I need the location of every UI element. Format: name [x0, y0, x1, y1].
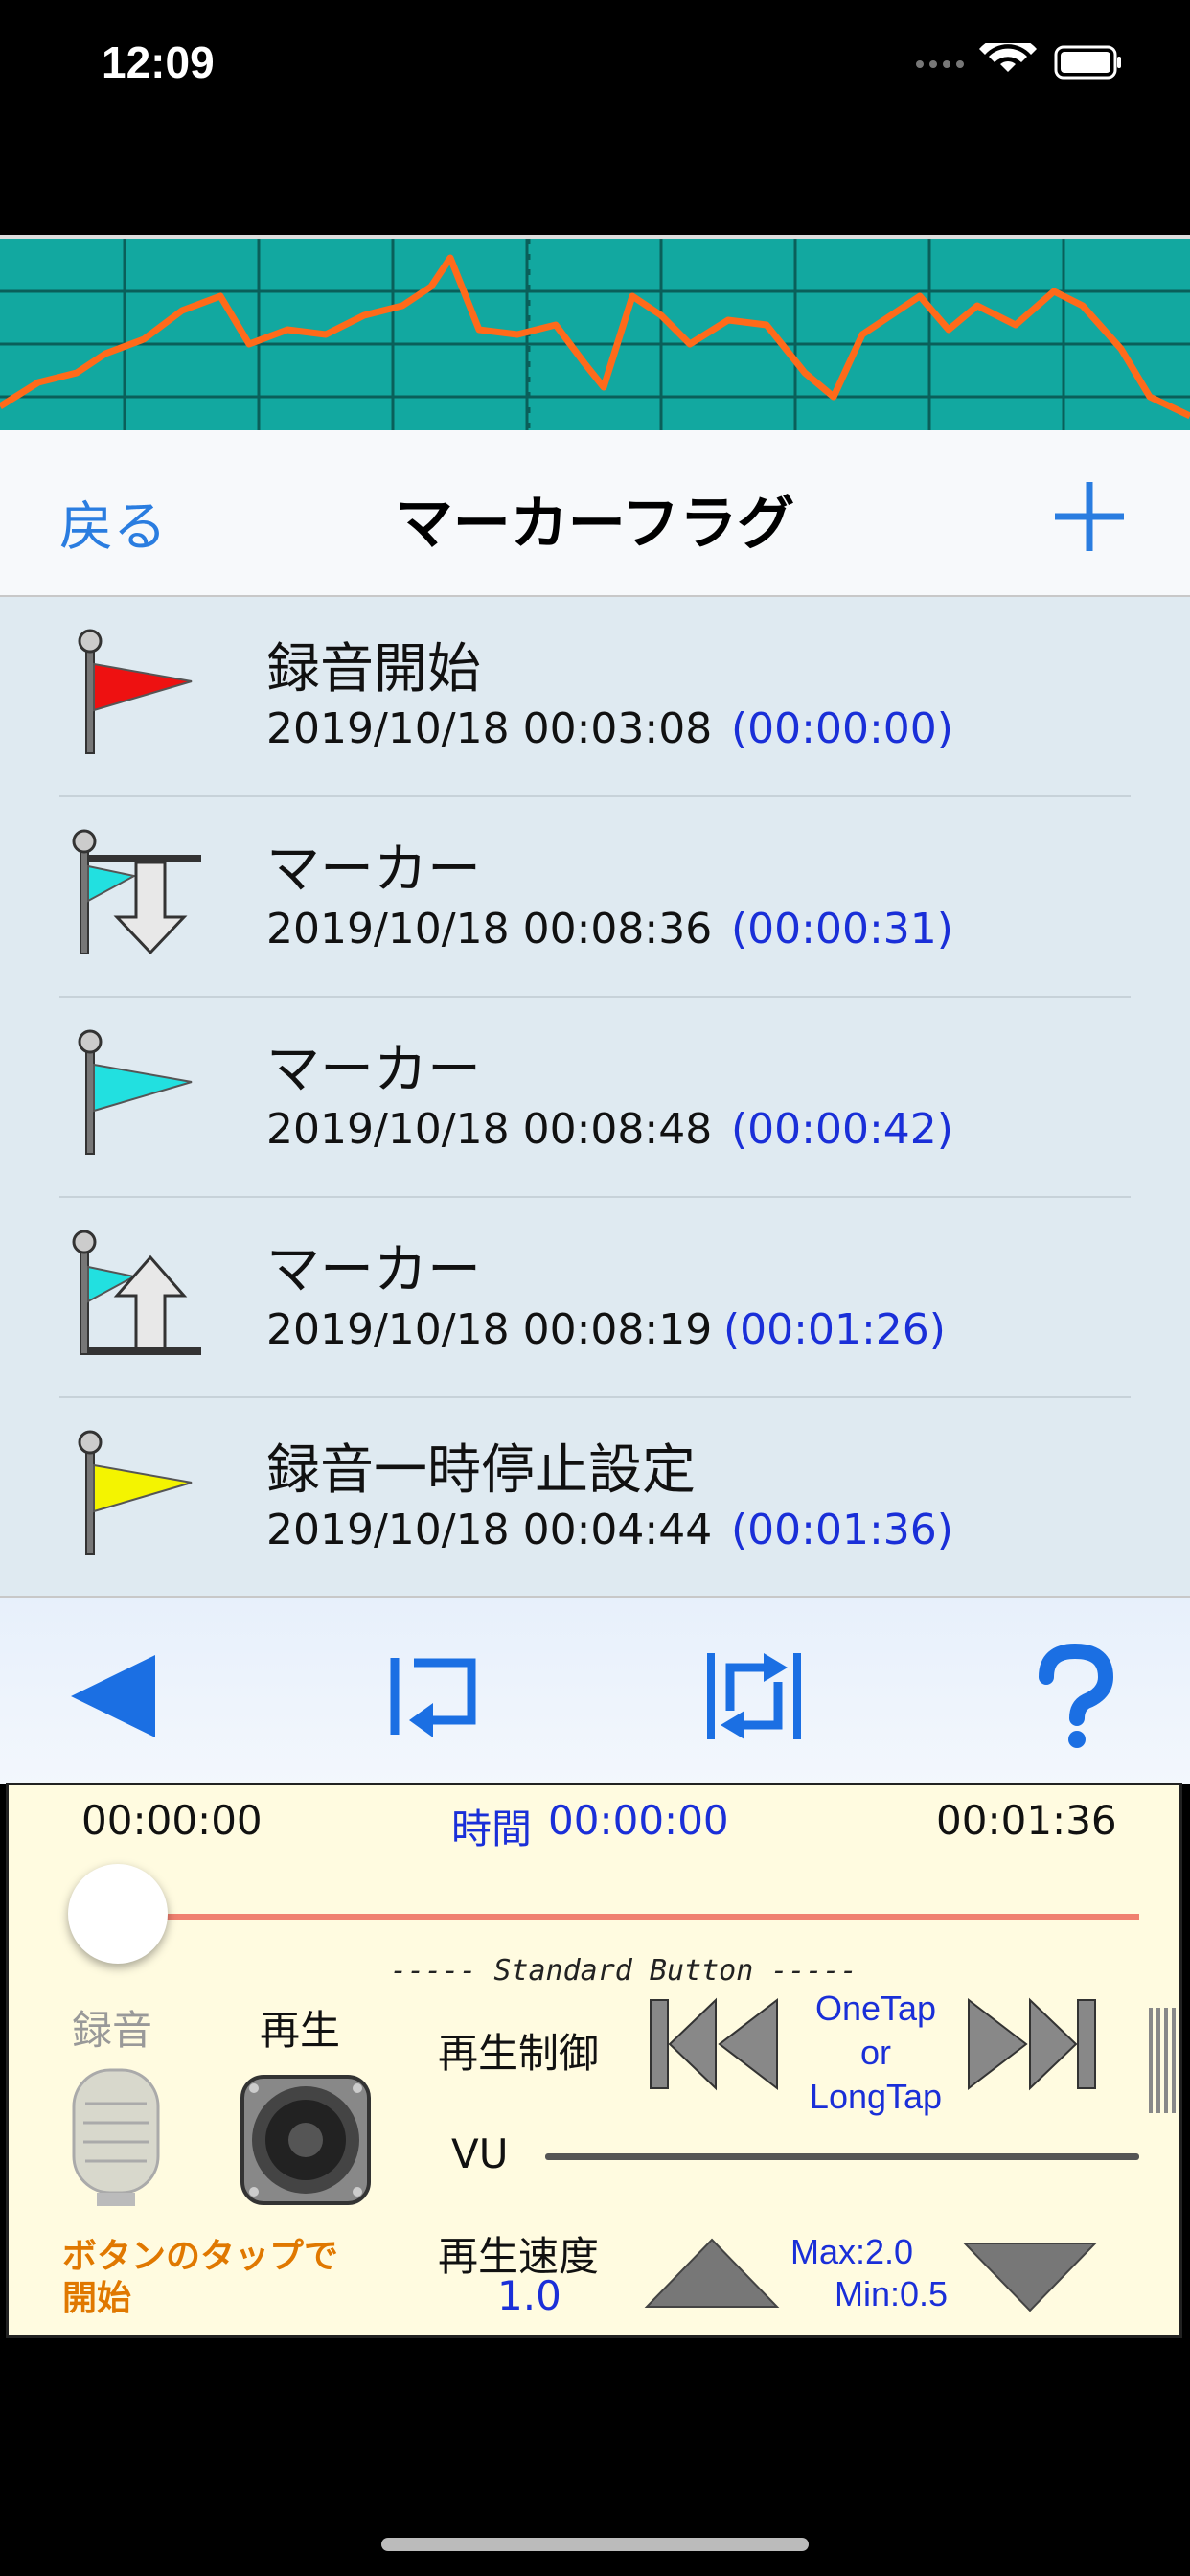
progress-thumb[interactable]: [68, 1864, 168, 1964]
toolbar: [0, 1596, 1190, 1784]
rewind-icon[interactable]: [649, 1996, 781, 2092]
marker-elapsed: (00:00:42): [731, 1105, 953, 1154]
home-indicator[interactable]: [381, 2538, 809, 2551]
marker-row[interactable]: マーカー 2019/10/18 00:08:36 (00:00:31): [0, 797, 1190, 998]
cyan-flag-up-arrow-icon: [72, 1230, 201, 1355]
playback-control-label: 再生制御: [438, 2030, 600, 2077]
standard-button-label: ----- Standard Button -----: [390, 1954, 858, 1988]
waveform-display: [0, 235, 1190, 430]
marker-elapsed: (00:00:31): [731, 905, 953, 954]
back-triangle-icon[interactable]: [59, 1644, 174, 1749]
marker-datetime: 2019/10/18 00:08:48: [266, 1105, 713, 1154]
marker-row[interactable]: マーカー 2019/10/18 00:08:48 (00:00:42): [0, 998, 1190, 1198]
marker-datetime: 2019/10/18 00:08:36: [266, 905, 713, 954]
cellular-icon: [916, 60, 964, 68]
cyan-flag-down-arrow-icon: [72, 829, 201, 955]
speed-down-icon[interactable]: [961, 2240, 1099, 2314]
speed-value: 1.0: [497, 2272, 561, 2319]
marker-row[interactable]: 録音一時停止設定 2019/10/18 00:04:44 (00:01:36): [0, 1398, 1190, 1598]
marker-elapsed: (00:01:36): [731, 1506, 953, 1554]
play-label: 再生: [260, 2007, 341, 2054]
page-title: マーカーフラグ: [395, 491, 795, 558]
player-control-panel: 00:00:00 時間 00:00:00 00:01:36 ----- Stan…: [6, 1782, 1182, 2338]
speed-min: Min:0.5: [835, 2274, 949, 2313]
record-label: 録音: [72, 2007, 153, 2054]
repeat-all-icon[interactable]: [697, 1644, 812, 1749]
time-label: 時間: [451, 1806, 533, 1852]
marker-elapsed: (00:00:00): [731, 704, 953, 753]
fast-forward-icon[interactable]: [965, 1996, 1097, 2092]
start-hint-line2: 開始: [62, 2279, 132, 2318]
marker-title: マーカー: [266, 1239, 481, 1301]
panel-handle-icon[interactable]: [1147, 2008, 1179, 2113]
battery-icon: [1054, 45, 1121, 80]
marker-title: マーカー: [266, 1039, 481, 1101]
red-flag-icon: [78, 629, 193, 754]
marker-row[interactable]: 録音開始 2019/10/18 00:03:08 (00:00:00): [0, 597, 1190, 797]
marker-datetime: 2019/10/18 00:08:19: [266, 1305, 713, 1354]
vu-label: VU: [451, 2130, 509, 2177]
marker-title: 録音一時停止設定: [266, 1439, 696, 1502]
wifi-icon: [979, 43, 1037, 72]
repeat-one-icon[interactable]: [376, 1644, 491, 1749]
progress-track[interactable]: [124, 1914, 1139, 1920]
yellow-flag-icon: [78, 1430, 193, 1555]
marker-elapsed: (00:01:26): [723, 1305, 946, 1354]
speed-up-icon[interactable]: [643, 2236, 781, 2311]
marker-datetime: 2019/10/18 00:04:44: [266, 1506, 713, 1554]
cyan-flag-icon: [78, 1029, 193, 1155]
marker-title: 録音開始: [266, 638, 481, 701]
marker-list: 録音開始 2019/10/18 00:03:08 (00:00:00) マーカー…: [0, 597, 1190, 1596]
status-time: 12:09: [102, 37, 215, 87]
start-time: 00:00:00: [81, 1797, 263, 1844]
microphone-icon[interactable]: [66, 2065, 166, 2209]
help-icon[interactable]: [1018, 1644, 1133, 1749]
end-time: 00:01:36: [936, 1797, 1117, 1844]
speaker-icon[interactable]: [239, 2073, 373, 2207]
vu-meter: [545, 2153, 1139, 2160]
speed-max: Max:2.0: [790, 2232, 914, 2271]
plus-icon[interactable]: [1049, 476, 1130, 557]
marker-datetime: 2019/10/18 00:03:08: [266, 704, 713, 753]
tap-hint: OneTap or LongTap: [809, 1989, 943, 2116]
marker-title: マーカー: [266, 839, 481, 901]
current-time: 00:00:00: [548, 1797, 729, 1844]
status-icons: [916, 43, 1121, 80]
marker-row[interactable]: マーカー 2019/10/18 00:08:19 (00:01:26): [0, 1198, 1190, 1398]
